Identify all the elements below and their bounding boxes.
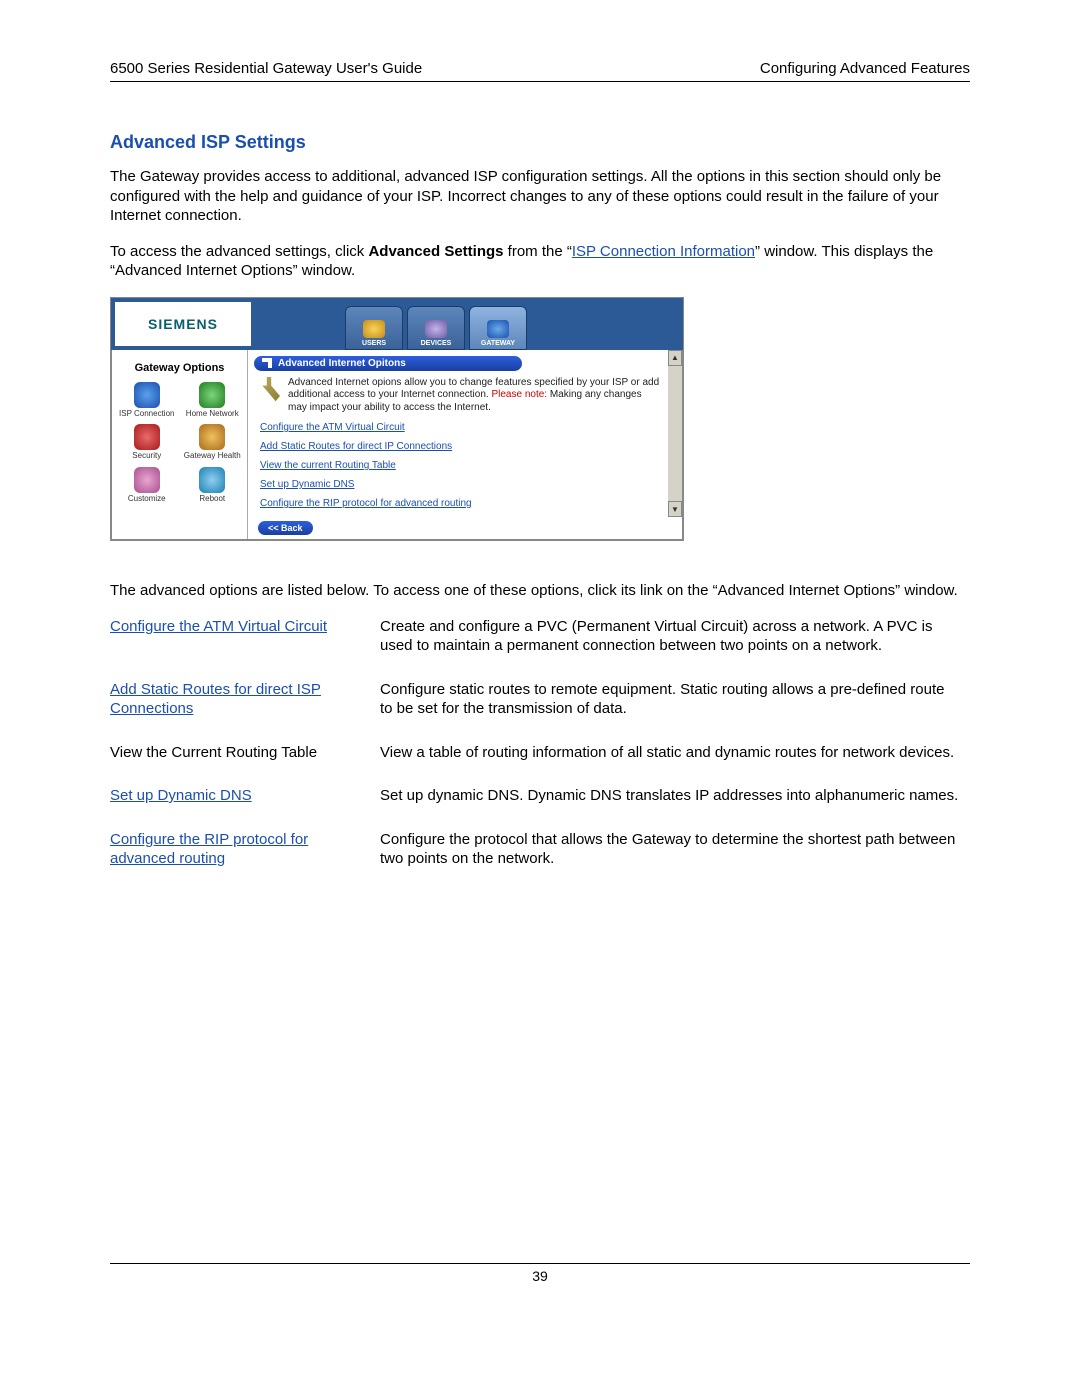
sidebar-item-label: Reboot: [199, 495, 225, 504]
ui-tabs: USERS DEVICES GATEWAY: [255, 298, 683, 350]
panel-title-text: Advanced Internet Opitons: [278, 358, 406, 369]
customize-icon: [134, 467, 160, 493]
panel-link-dns[interactable]: Set up Dynamic DNS: [260, 479, 660, 490]
sidebar-item-customize[interactable]: Customize: [116, 467, 178, 504]
sidebar-item-label: ISP Connection: [119, 410, 174, 419]
ui-screenshot: SIEMENS USERS DEVICES GATEWAY Gateway Op…: [110, 297, 684, 542]
security-icon: [134, 424, 160, 450]
opt-link-dns[interactable]: Set up Dynamic DNS: [110, 787, 252, 804]
brand-logo: SIEMENS: [115, 302, 251, 346]
header-right: Configuring Advanced Features: [760, 60, 970, 77]
opt-link-static[interactable]: Add Static Routes for direct ISP Connect…: [110, 681, 321, 718]
devices-icon: [425, 320, 447, 338]
gateway-health-icon: [199, 424, 225, 450]
sidebar-item-label: Security: [132, 452, 161, 461]
sidebar-item-label: Gateway Health: [184, 452, 241, 461]
tab-devices-label: DEVICES: [421, 340, 452, 347]
header-rule: [110, 81, 970, 82]
home-network-icon: [199, 382, 225, 408]
gateway-icon: [487, 320, 509, 338]
table-row: Configure the RIP protocol for advanced …: [110, 830, 970, 893]
scroll-track[interactable]: [668, 366, 682, 502]
opt-desc: Configure static routes to remote equipm…: [380, 680, 970, 743]
opt-desc: View a table of routing information of a…: [380, 743, 970, 787]
opt-desc: Configure the protocol that allows the G…: [380, 830, 970, 893]
isp-connection-info-link[interactable]: ISP Connection Information: [572, 243, 755, 260]
p2-bold: Advanced Settings: [368, 243, 503, 260]
scroll-down-button[interactable]: ▼: [668, 501, 682, 517]
p2-pre: To access the advanced settings, click: [110, 243, 368, 260]
footer: 39: [110, 1263, 970, 1284]
sidebar-item-reboot[interactable]: Reboot: [182, 467, 244, 504]
page-number: 39: [110, 1268, 970, 1284]
reboot-icon: [199, 467, 225, 493]
sidebar-item-isp[interactable]: ISP Connection: [116, 382, 178, 419]
panel-desc-note: Please note:: [491, 389, 547, 400]
opt-desc: Set up dynamic DNS. Dynamic DNS translat…: [380, 786, 970, 830]
section-title: Advanced ISP Settings: [110, 132, 970, 153]
sidebar-item-security[interactable]: Security: [116, 424, 178, 461]
tab-gateway-label: GATEWAY: [481, 340, 515, 347]
sidebar-item-home[interactable]: Home Network: [182, 382, 244, 419]
users-icon: [363, 320, 385, 338]
table-row: View the Current Routing Table View a ta…: [110, 743, 970, 787]
back-button[interactable]: << Back: [258, 521, 313, 535]
ui-main-panel: Advanced Internet Opitons Advanced Inter…: [248, 350, 682, 540]
opt-label-routing: View the Current Routing Table: [110, 744, 317, 761]
header-left: 6500 Series Residential Gateway User's G…: [110, 60, 422, 77]
tab-devices[interactable]: DEVICES: [407, 306, 465, 350]
scroll-up-button[interactable]: ▲: [668, 350, 682, 366]
ui-top-bar: SIEMENS USERS DEVICES GATEWAY: [111, 298, 683, 350]
panel-title-pill: Advanced Internet Opitons: [254, 356, 522, 371]
intro-paragraph-1: The Gateway provides access to additiona…: [110, 167, 970, 226]
panel-link-routing[interactable]: View the current Routing Table: [260, 460, 660, 471]
panel-link-atm[interactable]: Configure the ATM Virtual Circuit: [260, 422, 660, 433]
intro-paragraph-2: To access the advanced settings, click A…: [110, 242, 970, 281]
panel-description: Advanced Internet opions allow you to ch…: [258, 377, 662, 415]
sidebar: Gateway Options ISP Connection Home Netw…: [112, 350, 248, 540]
sidebar-item-health[interactable]: Gateway Health: [182, 424, 244, 461]
sidebar-item-label: Customize: [128, 495, 166, 504]
tab-users-label: USERS: [362, 340, 386, 347]
panel-link-static[interactable]: Add Static Routes for direct IP Connecti…: [260, 441, 660, 452]
options-table: Configure the ATM Virtual Circuit Create…: [110, 617, 970, 893]
wrench-icon: [258, 377, 280, 403]
panel-links: Configure the ATM Virtual Circuit Add St…: [254, 422, 666, 509]
sidebar-title: Gateway Options: [116, 362, 243, 374]
table-row: Set up Dynamic DNS Set up dynamic DNS. D…: [110, 786, 970, 830]
opt-link-rip[interactable]: Configure the RIP protocol for advanced …: [110, 831, 308, 868]
opt-link-atm[interactable]: Configure the ATM Virtual Circuit: [110, 618, 327, 635]
sidebar-item-label: Home Network: [186, 410, 239, 419]
ui-body: Gateway Options ISP Connection Home Netw…: [111, 350, 683, 541]
isp-icon: [134, 382, 160, 408]
scrollbar[interactable]: ▲ ▼: [668, 350, 682, 518]
tab-users[interactable]: USERS: [345, 306, 403, 350]
below-ui-paragraph: The advanced options are listed below. T…: [110, 581, 970, 601]
panel-link-rip[interactable]: Configure the RIP protocol for advanced …: [260, 498, 660, 509]
p2-mid: from the “: [504, 243, 572, 260]
tab-gateway[interactable]: GATEWAY: [469, 306, 527, 350]
opt-desc: Create and configure a PVC (Permanent Vi…: [380, 617, 970, 680]
table-row: Add Static Routes for direct ISP Connect…: [110, 680, 970, 743]
panel-glyph-icon: [262, 358, 272, 368]
footer-rule: [110, 1263, 970, 1264]
table-row: Configure the ATM Virtual Circuit Create…: [110, 617, 970, 680]
